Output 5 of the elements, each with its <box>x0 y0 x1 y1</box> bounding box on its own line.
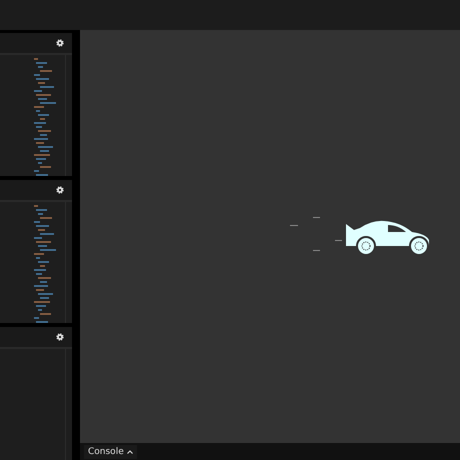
settings-icon[interactable] <box>56 186 64 194</box>
settings-icon[interactable] <box>56 333 64 341</box>
settings-icon[interactable] <box>56 39 64 47</box>
caret-icon <box>126 450 133 454</box>
console-button[interactable]: Console <box>84 444 137 458</box>
